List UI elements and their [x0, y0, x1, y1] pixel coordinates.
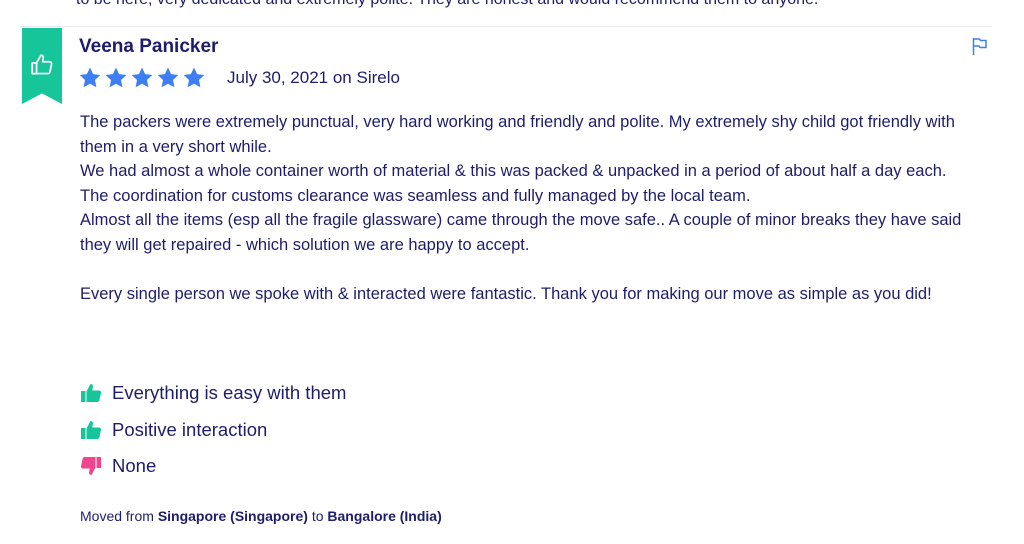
pro-label: Positive interaction [112, 418, 268, 440]
review-paragraph: The packers were extremely punctual, ver… [80, 113, 955, 156]
star-icon [157, 67, 179, 88]
reviewer-name: Veena Panicker [79, 36, 219, 57]
thumbs-up-icon [79, 381, 103, 405]
review-paragraph: Almost all the items (esp all the fragil… [80, 211, 962, 254]
review-paragraph: Every single person we spoke with & inte… [80, 285, 932, 304]
pro-item: Everything is easy with them [79, 375, 346, 412]
star-rating [78, 66, 206, 90]
moved-to: Bangalore (India) [327, 508, 442, 524]
star-icon [105, 67, 127, 88]
moved-connector: to [311, 508, 324, 524]
previous-review-fragment: to be here, very dedicated and extremely… [76, 0, 818, 9]
review-paragraph: We had almost a whole container worth of… [80, 162, 947, 181]
divider [20, 26, 992, 27]
move-route: Moved from Singapore (Singapore) to Bang… [80, 508, 442, 524]
pros-cons-list: Everything is easy with them Positive in… [79, 375, 346, 485]
con-item: None [79, 448, 346, 485]
review-text: The packers were extremely punctual, ver… [80, 110, 995, 307]
flag-icon [972, 38, 987, 55]
moved-from: Singapore (Singapore) [157, 508, 308, 524]
thumbs-down-icon [79, 454, 103, 478]
pro-item: Positive interaction [79, 412, 346, 449]
thumbs-up-icon [31, 54, 53, 75]
recommend-ribbon [22, 28, 62, 104]
thumbs-up-icon [79, 418, 103, 442]
pro-label: Everything is easy with them [112, 382, 347, 404]
review-paragraph: The coordination for customs clearance w… [80, 186, 751, 205]
report-review-button[interactable] [970, 36, 990, 61]
review-date-source: July 30, 2021 on Sirelo [227, 68, 400, 87]
star-icon [183, 67, 205, 88]
con-label: None [112, 455, 157, 477]
star-icon [79, 67, 101, 88]
moved-prefix: Moved from [80, 508, 154, 524]
star-icon [131, 67, 153, 88]
